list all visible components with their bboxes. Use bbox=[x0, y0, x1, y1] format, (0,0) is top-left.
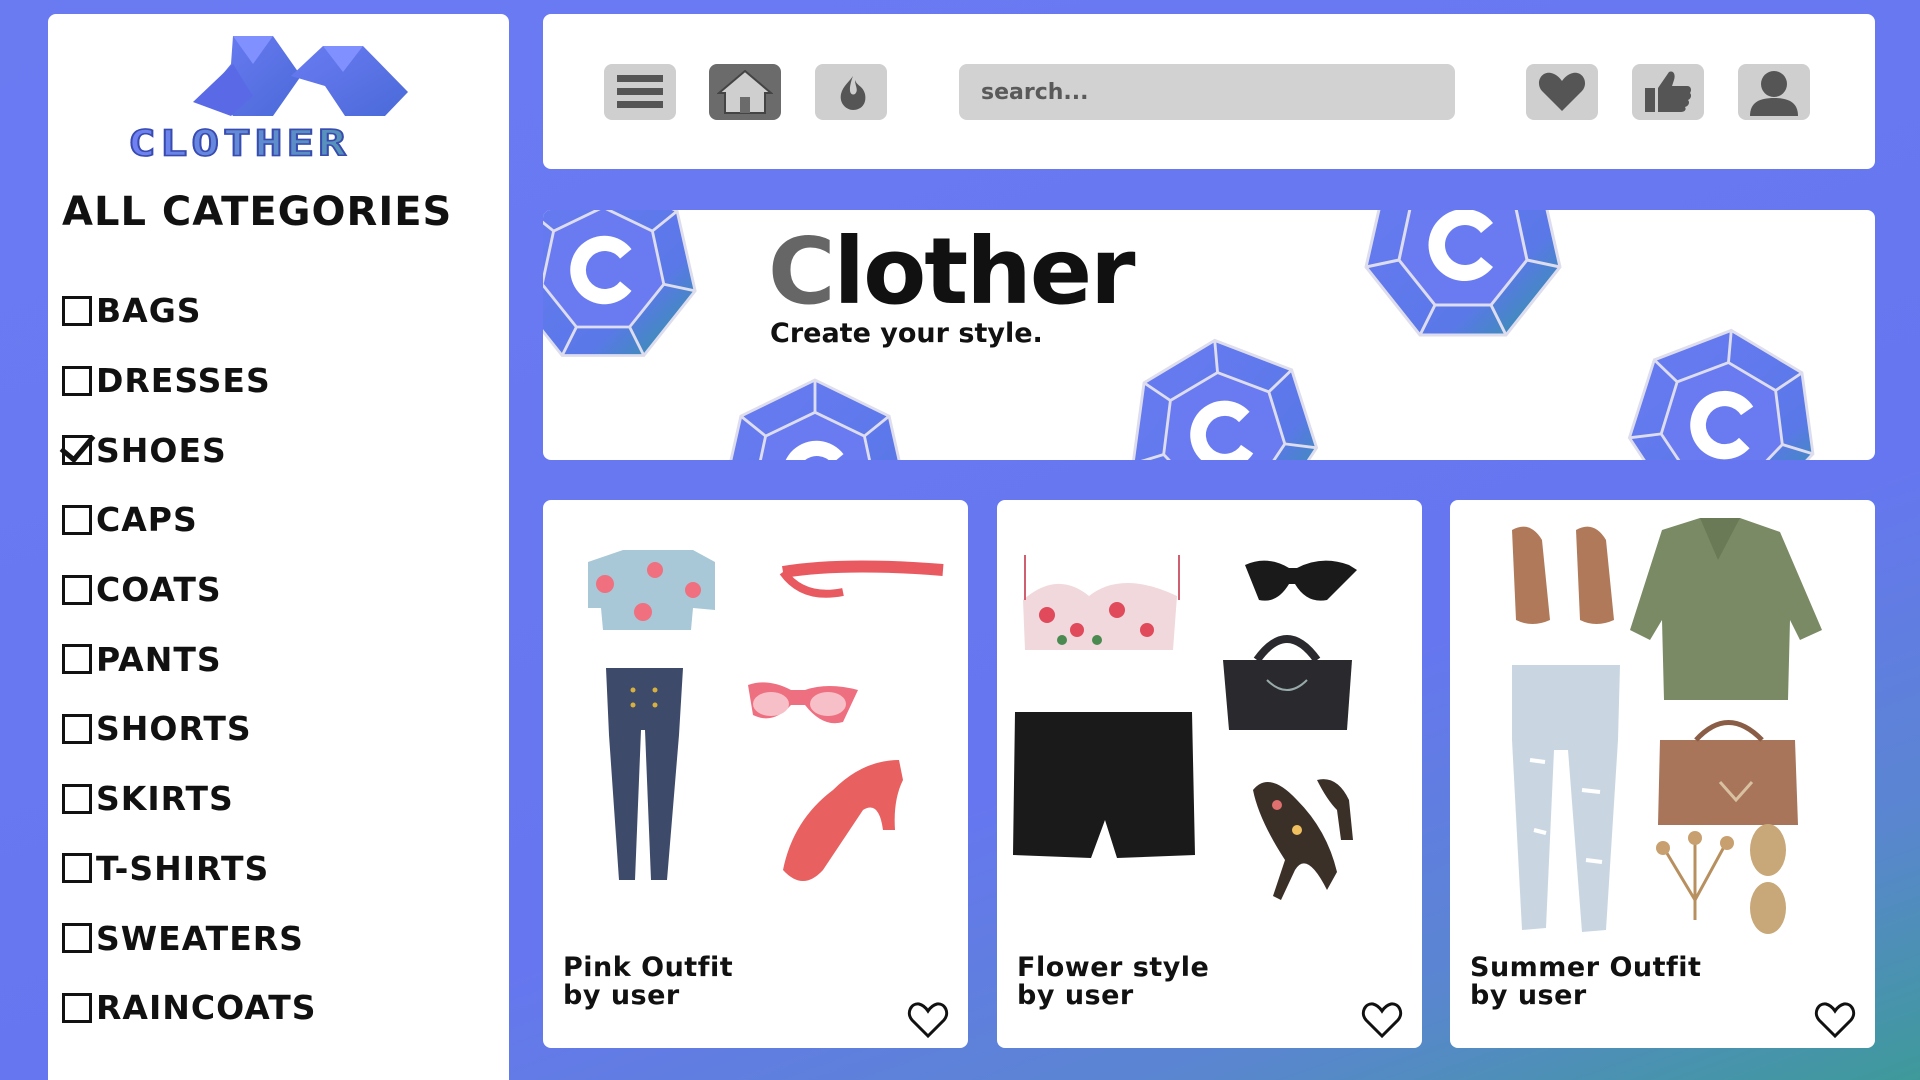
search-input[interactable] bbox=[959, 64, 1455, 120]
category-shorts[interactable]: SHORTS bbox=[62, 694, 317, 764]
category-pants[interactable]: PANTS bbox=[62, 624, 317, 694]
category-checkbox[interactable] bbox=[62, 295, 92, 326]
category-checkbox-checked[interactable] bbox=[62, 435, 92, 466]
banner-pattern bbox=[543, 210, 1825, 460]
category-checkbox[interactable] bbox=[62, 923, 92, 954]
outfit-card-pink[interactable]: Pink Outfit by user bbox=[543, 500, 968, 1048]
outfit-card-flower[interactable]: Flower style by user bbox=[997, 500, 1422, 1048]
logo-wordmark: CLOTHER bbox=[127, 121, 428, 165]
category-shoes[interactable]: SHOES bbox=[62, 415, 317, 485]
category-skirts[interactable]: SKIRTS bbox=[62, 764, 317, 834]
category-label: CAPS bbox=[96, 500, 198, 540]
category-label: SHOES bbox=[96, 430, 227, 470]
category-label: BAGS bbox=[96, 291, 202, 331]
home-button[interactable] bbox=[709, 64, 781, 120]
favorites-button[interactable] bbox=[1526, 64, 1598, 120]
likes-button[interactable] bbox=[1632, 64, 1704, 120]
like-heart-icon[interactable] bbox=[906, 1000, 950, 1040]
category-bags[interactable]: BAGS bbox=[62, 276, 317, 346]
category-checkbox[interactable] bbox=[62, 713, 92, 744]
category-caps[interactable]: CAPS bbox=[62, 485, 317, 555]
category-label: COATS bbox=[96, 570, 222, 610]
category-checkbox[interactable] bbox=[62, 853, 92, 884]
category-checkbox[interactable] bbox=[62, 574, 92, 605]
outfit-image-pink bbox=[588, 550, 944, 881]
category-label: PANTS bbox=[96, 639, 222, 679]
outfit-title: Pink Outfit bbox=[563, 952, 734, 983]
outfit-card-summer[interactable]: Summer Outfit by user bbox=[1450, 500, 1875, 1048]
category-list: BAGS DRESSES SHOES CAPS COATS PANTS SHOR… bbox=[62, 276, 317, 1043]
category-label: T-SHIRTS bbox=[96, 848, 270, 888]
menu-button[interactable] bbox=[604, 64, 676, 120]
category-checkbox[interactable] bbox=[62, 644, 92, 675]
category-checkbox[interactable] bbox=[62, 504, 92, 535]
banner-tagline: Create your style. bbox=[770, 318, 1043, 349]
menu-icon bbox=[617, 75, 663, 108]
sidebar: CLOTHER ALL CATEGORIES BAGS DRESSES SHOE… bbox=[48, 14, 509, 1080]
trending-button[interactable] bbox=[815, 64, 887, 120]
category-coats[interactable]: COATS bbox=[62, 555, 317, 625]
outfit-title: Flower style bbox=[1017, 952, 1210, 983]
home-icon bbox=[717, 69, 773, 114]
category-dresses[interactable]: DRESSES bbox=[62, 346, 317, 416]
profile-button[interactable] bbox=[1738, 64, 1810, 120]
category-checkbox[interactable] bbox=[62, 783, 92, 814]
outfit-title: Summer Outfit bbox=[1470, 952, 1702, 983]
heart-icon bbox=[1538, 72, 1586, 111]
like-heart-icon[interactable] bbox=[1360, 1000, 1404, 1040]
top-toolbar bbox=[543, 14, 1875, 169]
category-label: RAINCOATS bbox=[96, 988, 317, 1028]
hero-banner: Clother Create your style. bbox=[543, 210, 1875, 460]
category-raincoats[interactable]: RAINCOATS bbox=[62, 973, 317, 1043]
thumbs-up-icon bbox=[1645, 71, 1692, 112]
category-label: SHORTS bbox=[96, 709, 252, 749]
categories-heading: ALL CATEGORIES bbox=[62, 189, 453, 235]
category-t-shirts[interactable]: T-SHIRTS bbox=[62, 834, 317, 904]
like-heart-icon[interactable] bbox=[1813, 1000, 1857, 1040]
flame-icon bbox=[840, 76, 866, 110]
category-label: SKIRTS bbox=[96, 779, 234, 819]
category-checkbox[interactable] bbox=[62, 365, 92, 396]
outfit-image-summer bbox=[1512, 518, 1822, 934]
category-sweaters[interactable]: SWEATERS bbox=[62, 903, 317, 973]
banner-title: Clother bbox=[768, 218, 1136, 325]
category-checkbox[interactable] bbox=[62, 992, 92, 1023]
outfit-author: by user bbox=[563, 980, 680, 1011]
category-label: SWEATERS bbox=[96, 918, 304, 958]
user-icon bbox=[1750, 71, 1798, 116]
outfit-author: by user bbox=[1470, 980, 1587, 1011]
outfit-author: by user bbox=[1017, 980, 1134, 1011]
category-label: DRESSES bbox=[96, 361, 271, 401]
outfit-image-flower bbox=[1013, 555, 1357, 900]
